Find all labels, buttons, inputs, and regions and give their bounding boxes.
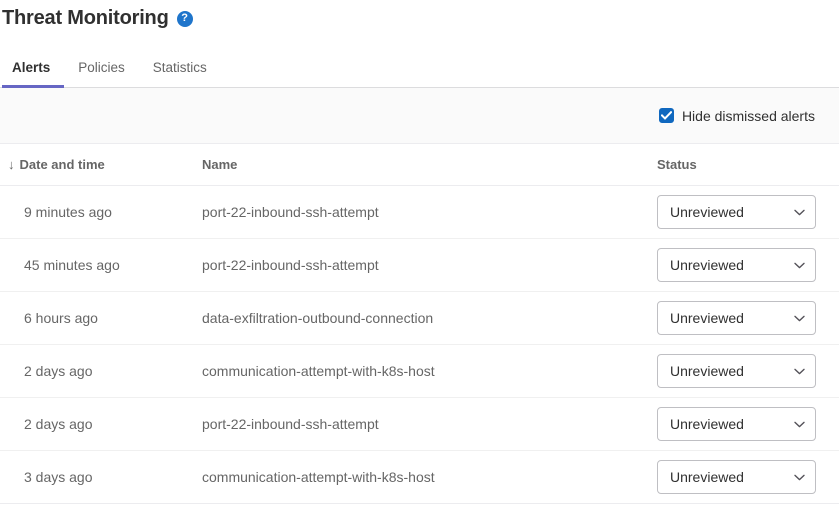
status-dropdown-value: Unreviewed [670, 416, 744, 432]
check-icon [660, 111, 672, 120]
table-row[interactable]: 2 days ago port-22-inbound-ssh-attempt U… [0, 398, 839, 451]
page-header: Threat Monitoring ? [0, 0, 839, 32]
threat-monitoring-page: Threat Monitoring ? Alerts Policies Stat… [0, 0, 839, 513]
cell-status: Unreviewed [657, 460, 839, 494]
tab-bar: Alerts Policies Statistics [0, 44, 839, 88]
chevron-down-icon [794, 421, 805, 427]
status-dropdown[interactable]: Unreviewed [657, 354, 816, 388]
column-header-status-label: Status [657, 157, 697, 172]
filter-toolbar: Hide dismissed alerts [0, 88, 839, 144]
cell-status: Unreviewed [657, 301, 839, 335]
cell-date: 3 days ago [24, 469, 93, 485]
status-dropdown[interactable]: Unreviewed [657, 248, 816, 282]
cell-date: 2 days ago [24, 363, 93, 379]
status-dropdown[interactable]: Unreviewed [657, 195, 816, 229]
table-row[interactable]: 3 days ago communication-attempt-with-k8… [0, 451, 839, 504]
cell-date: 9 minutes ago [24, 204, 112, 220]
cell-date: 45 minutes ago [24, 257, 120, 273]
chevron-down-icon [794, 315, 805, 321]
column-header-name-label: Name [202, 157, 238, 172]
status-dropdown-value: Unreviewed [670, 363, 744, 379]
help-circle-icon[interactable]: ? [176, 11, 193, 27]
chevron-down-icon [794, 262, 805, 268]
help-icon-glyph: ? [181, 12, 188, 24]
chevron-down-icon [794, 474, 805, 480]
status-dropdown-value: Unreviewed [670, 469, 744, 485]
cell-status: Unreviewed [657, 248, 839, 282]
cell-date: 2 days ago [24, 416, 93, 432]
status-dropdown[interactable]: Unreviewed [657, 460, 816, 494]
hide-dismissed-alerts-label: Hide dismissed alerts [681, 107, 815, 124]
tab-policies[interactable]: Policies [64, 60, 139, 87]
tab-alerts[interactable]: Alerts [2, 60, 65, 88]
column-header-name[interactable]: Name [202, 157, 657, 172]
column-header-status[interactable]: Status [657, 157, 839, 172]
column-header-date-and-time[interactable]: ↓ Date and time [0, 157, 202, 172]
status-dropdown-value: Unreviewed [670, 257, 744, 273]
cell-name: port-22-inbound-ssh-attempt [202, 416, 379, 432]
sort-descending-icon: ↓ [8, 157, 15, 172]
page-title: Threat Monitoring [2, 7, 169, 29]
alerts-table: ↓ Date and time Name Status 9 minutes ag… [0, 144, 839, 504]
cell-name: port-22-inbound-ssh-attempt [202, 204, 379, 220]
cell-name: port-22-inbound-ssh-attempt [202, 257, 379, 273]
table-row[interactable]: 9 minutes ago port-22-inbound-ssh-attemp… [0, 186, 839, 239]
table-header-row: ↓ Date and time Name Status [0, 144, 839, 186]
table-row[interactable]: 2 days ago communication-attempt-with-k8… [0, 345, 839, 398]
cell-status: Unreviewed [657, 407, 839, 441]
cell-name: data-exfiltration-outbound-connection [202, 310, 434, 326]
chevron-down-icon [794, 368, 805, 374]
table-row[interactable]: 6 hours ago data-exfiltration-outbound-c… [0, 292, 839, 345]
cell-name: communication-attempt-with-k8s-host [202, 363, 435, 379]
cell-name: communication-attempt-with-k8s-host [202, 469, 435, 485]
cell-date: 6 hours ago [24, 310, 98, 326]
hide-dismissed-alerts-checkbox[interactable]: Hide dismissed alerts [658, 107, 815, 125]
chevron-down-icon [794, 209, 805, 215]
status-dropdown[interactable]: Unreviewed [657, 407, 816, 441]
cell-status: Unreviewed [657, 354, 839, 388]
cell-status: Unreviewed [657, 195, 839, 229]
status-dropdown-value: Unreviewed [670, 310, 744, 326]
tab-statistics[interactable]: Statistics [139, 60, 221, 87]
status-dropdown-value: Unreviewed [670, 204, 744, 220]
checkbox-box[interactable] [658, 108, 674, 123]
table-row[interactable]: 45 minutes ago port-22-inbound-ssh-attem… [0, 239, 839, 292]
column-header-date-label: Date and time [19, 157, 105, 172]
status-dropdown[interactable]: Unreviewed [657, 301, 816, 335]
